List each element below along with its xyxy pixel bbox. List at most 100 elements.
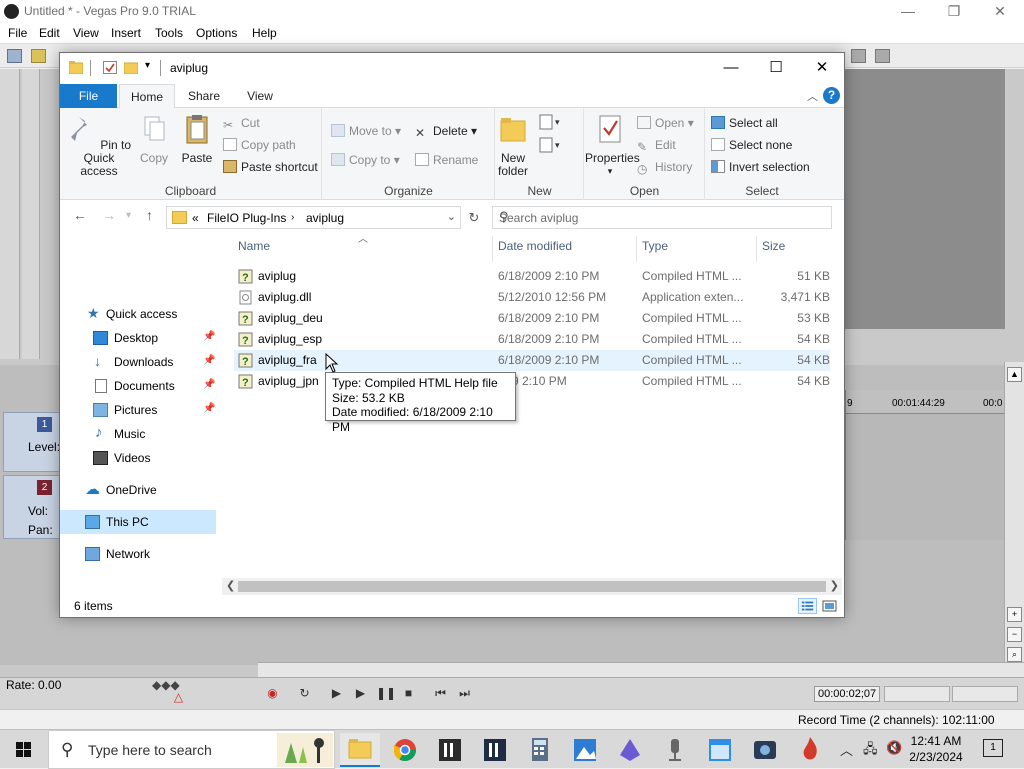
taskbar-search-input[interactable]: Type here to search [88,742,212,758]
column-separator[interactable] [756,236,757,262]
timeline-ruler[interactable]: 9 00:01:44:29 00:0 [846,390,1005,414]
help-icon[interactable]: ? [823,87,840,104]
tab-share[interactable]: Share [178,84,230,108]
network-icon[interactable]: 🖧 [863,740,878,762]
taskbar-app[interactable] [790,733,830,767]
pause-icon[interactable]: ❚❚ [376,686,396,701]
rename-button[interactable]: Rename [415,153,478,167]
paste-button[interactable]: Paste [178,113,216,165]
properties-button[interactable]: Properties ▾ [585,113,640,178]
taskbar-calculator[interactable] [520,733,560,767]
vegas-vertical-scrollbar[interactable]: ▲ + − ⌕ [1004,362,1024,677]
column-header-name[interactable]: Name [238,239,270,253]
vegas-tool-icon[interactable] [851,49,866,63]
pin-icon[interactable]: 📌 [203,355,215,366]
details-view-icon[interactable] [798,598,817,614]
nav-documents[interactable]: Documents 📌 [60,374,216,398]
breadcrumb-aviplug[interactable]: aviplug [306,211,344,225]
back-icon[interactable]: ← [73,207,87,223]
copy-button[interactable]: Copy [136,113,172,165]
column-separator[interactable] [492,236,493,262]
nav-quick-access[interactable]: ★ Quick access [60,302,216,326]
file-row[interactable]: ? aviplug_jpn 9 2:10 PM Compiled HTML ..… [234,371,830,392]
volume-muted-icon[interactable]: 🔇 [886,740,902,756]
nav-videos[interactable]: Videos [60,446,216,470]
vegas-menu-help[interactable]: Help [252,26,277,40]
refresh-icon[interactable]: ↻ [464,206,484,229]
vegas-menu-file[interactable]: File [8,26,27,40]
vegas-track-header[interactable]: 1 Level: [3,412,60,472]
zoom-icon[interactable]: ⌕ [1007,647,1022,662]
taskbar-chrome[interactable] [385,733,425,767]
scrollbar-thumb[interactable] [238,581,826,592]
new-item-icon[interactable]: ▾ [538,113,562,133]
vegas-restore-button[interactable]: ❐ [934,2,974,22]
notification-center-icon[interactable]: 1 [983,739,1003,757]
taskbar-app[interactable] [655,733,695,767]
column-separator[interactable] [636,236,637,262]
scroll-right-icon[interactable]: ❯ [830,579,839,592]
windows-start-icon[interactable] [0,730,48,769]
vegas-horizontal-scrollbar[interactable] [258,662,1024,677]
column-header-type[interactable]: Type [642,239,668,253]
nav-pictures[interactable]: Pictures 📌 [60,398,216,422]
up-icon[interactable]: ↑ [146,207,153,223]
tab-file[interactable]: File [60,84,117,108]
loop-icon[interactable]: ↻ [296,686,313,701]
tab-view[interactable]: View [234,84,286,108]
pin-icon[interactable]: 📌 [203,331,215,342]
zoom-out-icon[interactable]: − [1007,627,1022,642]
delete-button[interactable]: ✕ Delete ▾ [415,124,477,140]
select-all-button[interactable]: Select all [711,116,778,130]
go-to-start-icon[interactable]: ⏮ [432,686,449,701]
nav-onedrive[interactable]: ☁ OneDrive [60,478,216,502]
file-row[interactable]: ? aviplug 6/18/2009 2:10 PM Compiled HTM… [234,266,830,287]
vegas-minimize-button[interactable]: — [888,2,928,22]
taskbar-search-box[interactable]: ⚲ Type here to search [48,730,335,769]
stop-icon[interactable]: ■ [400,686,417,701]
go-to-end-icon[interactable]: ⏭ [456,686,473,701]
vegas-menu-insert[interactable]: Insert [111,26,141,40]
properties-check-icon[interactable] [103,61,117,74]
breadcrumb-overflow[interactable]: « [192,211,199,225]
file-row[interactable]: ? aviplug_esp 6/18/2009 2:10 PM Compiled… [234,329,830,350]
easy-access-icon[interactable]: ▾ [538,136,562,156]
maximize-icon[interactable]: ☐ [753,53,799,83]
vegas-close-button[interactable]: ✕ [980,2,1020,22]
search-box[interactable]: Search aviplug ⚲ [492,206,832,229]
nav-desktop[interactable]: Desktop 📌 [60,326,216,350]
copy-to-button[interactable]: Copy to ▾ [331,153,400,167]
edit-button[interactable]: ✎ Edit [637,138,676,154]
copy-path-button[interactable]: Copy path [223,138,296,152]
pin-to-quick-access-button[interactable]: Pin to Quick access [64,113,134,178]
column-header-size[interactable]: Size [762,239,785,253]
nav-music[interactable]: ♪ Music [60,422,216,446]
vegas-tool-icon[interactable] [875,49,890,63]
column-header-date[interactable]: Date modified [498,239,572,253]
close-icon[interactable]: ✕ [799,53,845,83]
collapse-ribbon-icon[interactable]: ︿ [807,88,818,104]
play-from-start-icon[interactable]: ▶ [328,686,345,701]
recent-locations-icon[interactable]: ▾ [126,210,131,221]
taskbar-app[interactable] [475,733,515,767]
taskbar-photos[interactable] [565,733,605,767]
address-bar[interactable]: « FileIO Plug-Ins › aviplug ⌄ [166,206,461,229]
vegas-menu-tools[interactable]: Tools [155,26,183,40]
forward-icon[interactable]: → [102,207,116,223]
minimize-icon[interactable]: — [708,53,754,83]
paste-shortcut-button[interactable]: Paste shortcut [223,160,318,174]
large-icons-view-icon[interactable] [820,598,839,614]
vegas-open-icon[interactable] [31,49,46,63]
taskbar-app[interactable] [610,733,650,767]
record-icon[interactable]: ◉ [264,686,281,701]
file-row[interactable]: ? aviplug_deu 6/18/2009 2:10 PM Compiled… [234,308,830,329]
nav-this-pc[interactable]: This PC [60,510,216,534]
play-icon[interactable]: ▶ [352,686,369,701]
history-button[interactable]: ◷ History [637,160,692,176]
taskbar-app[interactable] [745,733,785,767]
new-folder-button[interactable]: New folder [496,113,530,178]
show-hidden-icons-icon[interactable]: ︿ [840,740,853,759]
nav-network[interactable]: Network [60,542,216,566]
invert-selection-button[interactable]: Invert selection [711,160,810,174]
taskbar-calendar[interactable] [700,733,740,767]
